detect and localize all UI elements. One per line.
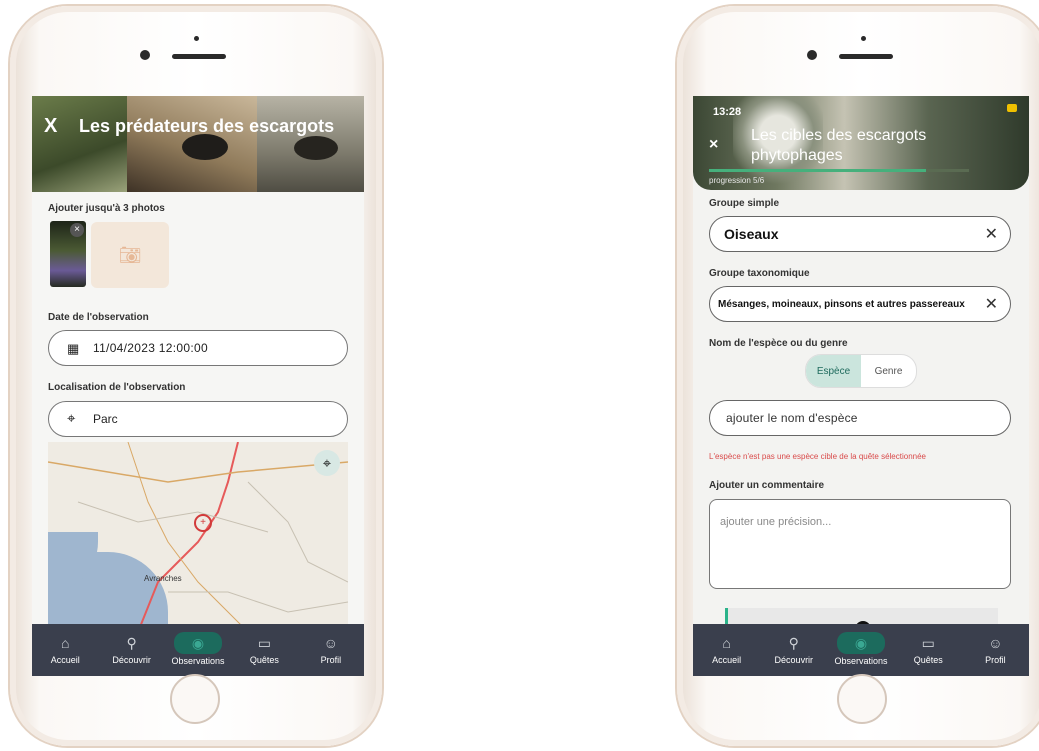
nav-profil[interactable]: ☺ Profil [962,624,1029,676]
map-marker-icon: + [194,514,212,532]
quest-title: Les prédateurs des escargots [79,116,335,136]
observation-form-screen: 13:28 × Les cibles des escargots phytoph… [693,96,1029,676]
nav-quetes[interactable]: ▭ Quêtes [895,624,962,676]
crosshair-icon: ⌖ [322,454,332,472]
photos-label: Ajouter jusqu'à 3 photos [48,203,165,214]
progress-label: progression 5/6 [709,176,765,185]
phone-right: 13:28 × Les cibles des escargots phytoph… [677,6,1039,746]
comment-textarea[interactable]: ajouter une précision... [709,499,1011,589]
home-icon: ⌂ [60,635,70,651]
discover-icon: ⚲ [126,634,137,651]
location-map[interactable]: Avranches + ⌖ [48,442,348,632]
eye-icon: ◉ [174,632,223,654]
map-icon: ▭ [257,634,272,651]
date-field[interactable]: ▦ 11/04/2023 12:00:00 [48,330,348,366]
nav-accueil[interactable]: ⌂ Accueil [32,624,98,676]
sensor-dot [861,36,866,41]
discover-icon: ⚲ [788,634,799,651]
nav-decouvrir[interactable]: ⚲ Découvrir [760,624,827,676]
quest-title-line2: phytophages [751,147,843,164]
add-photo-button[interactable]: 📷︎ [91,222,169,288]
toggle-genus[interactable]: Genre [861,355,916,387]
battery-icon [1007,104,1017,112]
bottom-nav: ⌂ Accueil ⚲ Découvrir ◉ Observations ▭ Quête… [693,624,1029,676]
home-button[interactable] [170,674,220,724]
simple-group-value: Oiseaux [724,226,779,242]
remove-photo-button[interactable]: × [70,223,84,237]
clear-icon[interactable]: ✕ [985,294,998,314]
date-label: Date de l'observation [48,312,149,323]
nav-accueil[interactable]: ⌂ Accueil [693,624,760,676]
home-button[interactable] [837,674,887,724]
map-place-label: Avranches [144,574,182,583]
user-icon: ☺ [323,635,338,651]
clear-icon[interactable]: ✕ [985,224,998,244]
bottom-nav: ⌂ Accueil ⚲ Découvrir ◉ Observations ▭ Quête… [32,624,364,676]
crosshair-icon: ⌖ [67,410,76,427]
comment-placeholder: ajouter une précision... [720,516,832,528]
quest-title: Les cibles des escargots phytophages [751,126,926,166]
nav-profil[interactable]: ☺ Profil [298,624,364,676]
location-label: Localisation de l'observation [48,382,186,393]
comment-label: Ajouter un commentaire [709,480,825,491]
quest-banner: X Les prédateurs des escargots [32,96,364,192]
location-value: Parc [93,412,118,426]
close-button[interactable]: X [44,115,57,138]
nav-observations[interactable]: ◉ Observations [827,624,894,676]
taxo-group-label: Groupe taxonomique [709,268,810,279]
calendar-icon: ▦ [67,341,80,356]
species-error: L'espèce n'est pas une espèce cible de l… [709,452,926,461]
observation-screen: X Les prédateurs des escargots Ajouter j… [32,96,364,676]
species-input[interactable]: ajouter le nom d'espèce [709,400,1011,436]
sensor-dot [194,36,199,41]
simple-group-label: Groupe simple [709,198,780,209]
eye-icon: ◉ [837,632,885,654]
close-button[interactable]: × [709,136,718,154]
status-time: 13:28 [713,106,742,118]
species-genus-toggle: Espèce Genre [805,354,917,388]
speaker-grille [172,54,226,59]
toggle-species[interactable]: Espèce [806,355,861,387]
simple-group-field[interactable]: Oiseaux ✕ [709,216,1011,252]
progress-fill [709,169,926,172]
speaker-grille [839,54,893,59]
bird-photo [182,134,228,160]
location-field[interactable]: ⌖ Parc [48,401,348,437]
nav-decouvrir[interactable]: ⚲ Découvrir [98,624,164,676]
camera-icon: 📷︎ [118,244,142,265]
locate-me-button[interactable]: ⌖ [314,450,340,476]
taxo-group-value: Mésanges, moineaux, pinsons et autres pa… [718,299,965,310]
species-placeholder: ajouter le nom d'espèce [726,411,858,425]
quest-title-line1: Les cibles des escargots [751,127,927,144]
nav-quetes[interactable]: ▭ Quêtes [231,624,297,676]
taxo-group-field[interactable]: Mésanges, moineaux, pinsons et autres pa… [709,286,1011,322]
photo-thumbnail[interactable]: × [50,221,86,287]
crow-photo [294,136,338,160]
nav-observations[interactable]: ◉ Observations [165,624,231,676]
progress-bar [709,169,969,172]
home-icon: ⌂ [722,635,731,651]
species-label: Nom de l'espèce ou du genre [709,338,848,349]
quest-banner: 13:28 × Les cibles des escargots phytoph… [693,96,1029,190]
front-camera [140,50,150,60]
phone-left: X Les prédateurs des escargots Ajouter j… [10,6,382,746]
front-camera [807,50,817,60]
map-roads [48,442,348,632]
map-icon: ▭ [921,634,935,651]
date-value: 11/04/2023 12:00:00 [93,341,208,355]
user-icon: ☺ [988,635,1003,651]
